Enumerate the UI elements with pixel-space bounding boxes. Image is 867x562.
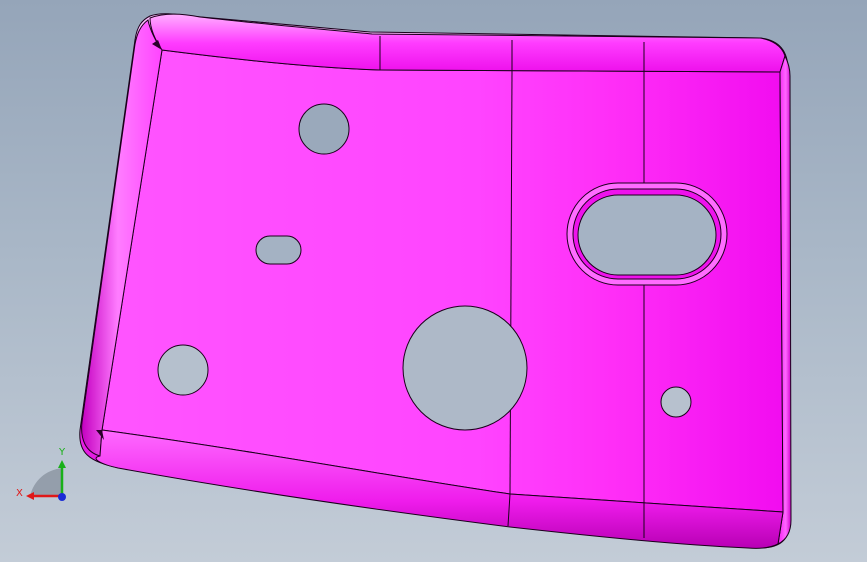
triad-z-axis-icon [58,493,66,501]
triad-x-label: X [16,488,23,499]
slot-large-hole[interactable] [577,194,717,276]
graphics-viewport[interactable]: X Y [0,0,867,562]
triad-y-arrow-icon [58,460,66,468]
sheet-metal-part[interactable] [79,13,792,549]
triad-plane [30,468,62,496]
triad-x-arrow-icon [26,492,34,500]
axis-triad: X Y [16,447,66,501]
slot-large-emboss[interactable] [566,182,728,286]
triad-y-label: Y [58,447,66,458]
hole-tiny-right[interactable] [660,386,692,418]
hole-large-center[interactable] [402,305,528,431]
slot-small[interactable] [255,235,302,265]
hole-small-upper[interactable] [298,103,350,155]
hole-small-lower-left[interactable] [157,344,209,396]
model-view[interactable]: X Y [0,0,867,562]
